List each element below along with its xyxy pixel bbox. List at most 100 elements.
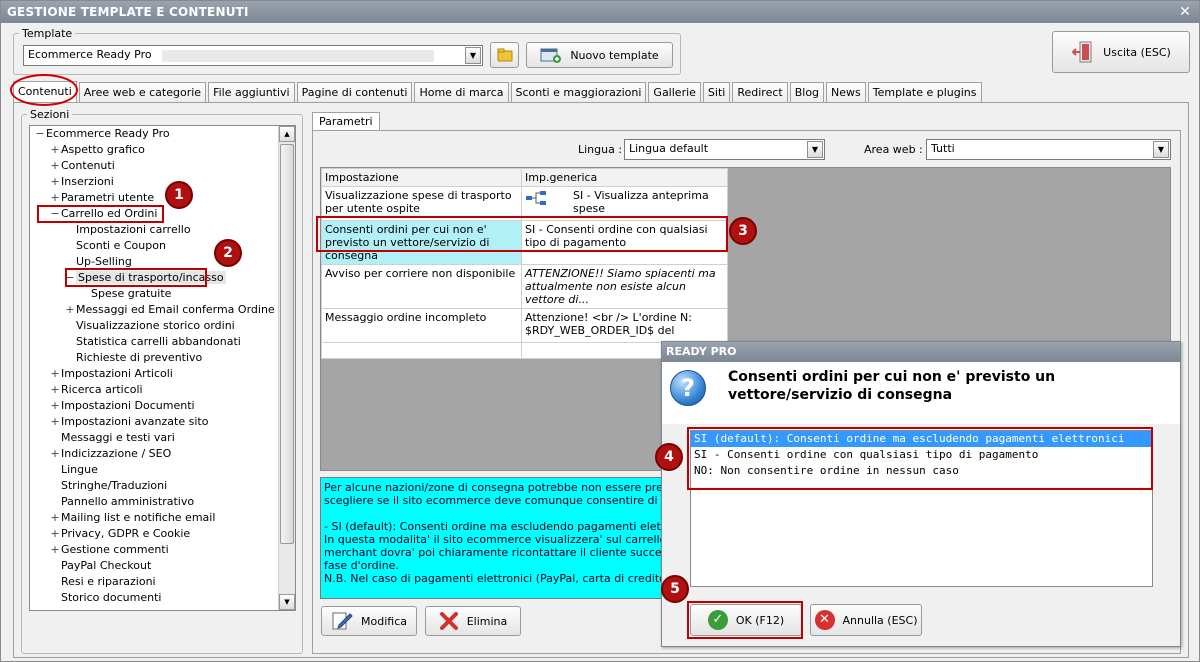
modifica-button[interactable]: Modifica — [321, 606, 417, 636]
annotation-number-5: 5 — [661, 575, 689, 603]
elimina-label: Elimina — [466, 614, 508, 628]
area-web-select[interactable]: Tutti ▼ — [926, 139, 1171, 160]
tree-item[interactable]: +Impostazioni Articoli — [30, 366, 280, 382]
new-template-button[interactable]: Nuovo template — [526, 42, 673, 68]
tree-item-label: Mailing list e notifiche email — [61, 511, 216, 524]
template-select[interactable]: Ecommerce Ready Pro ▼ — [23, 45, 483, 66]
table-row[interactable]: Messaggio ordine incompleto Attenzione! … — [321, 308, 728, 343]
new-template-label: Nuovo template — [570, 48, 659, 62]
tree-item[interactable]: Impostazioni carrello — [30, 222, 280, 238]
tab-parametri[interactable]: Parametri — [312, 112, 380, 131]
table-row[interactable]: Avviso per corriere non disponibile ATTE… — [321, 264, 728, 309]
expand-icon[interactable]: + — [49, 366, 61, 382]
tree-structure-icon — [526, 191, 546, 205]
expand-icon[interactable]: + — [49, 414, 61, 430]
tree-item[interactable]: Spese gratuite — [30, 286, 280, 302]
collapse-icon[interactable]: − — [34, 126, 46, 142]
tree-item[interactable]: +Inserzioni — [30, 174, 280, 190]
expand-icon[interactable]: + — [49, 158, 61, 174]
tree-item-label: Parametri utente — [61, 191, 155, 204]
template-folder-button[interactable] — [490, 42, 519, 68]
tree-scrollbar[interactable]: ▲ ▼ — [278, 126, 295, 610]
exit-button[interactable]: Uscita (ESC) — [1052, 31, 1190, 73]
expand-icon[interactable]: + — [49, 526, 61, 542]
expand-icon[interactable]: + — [49, 142, 61, 158]
tree-item-label: Impostazioni avanzate sito — [61, 415, 209, 428]
elimina-button[interactable]: Elimina — [425, 606, 521, 636]
chevron-down-icon[interactable]: ▼ — [1153, 141, 1169, 158]
sections-tree: −Ecommerce Ready Pro +Aspetto grafico +Con… — [29, 125, 296, 611]
setting-cell: Avviso per corriere non disponibile — [321, 264, 522, 309]
tree-item[interactable]: Stringhe/Traduzioni — [30, 478, 280, 494]
tab-gallerie[interactable]: Gallerie — [648, 82, 701, 103]
expand-icon[interactable]: + — [64, 302, 76, 318]
cancel-button[interactable]: ✕ Annulla (ESC) — [810, 604, 922, 636]
tab-redirect[interactable]: Redirect — [732, 82, 788, 103]
template-group-label: Template — [19, 27, 76, 40]
modifica-label: Modifica — [361, 614, 407, 628]
lingua-select[interactable]: Lingua default ▼ — [624, 139, 825, 160]
tree-item-label: Ecommerce Ready Pro — [46, 127, 170, 140]
tree-item[interactable]: Messaggi e testi vari — [30, 430, 280, 446]
lingua-label: Lingua : — [578, 143, 623, 156]
description-line: merchant dovra' poi chiaramente ricontat… — [324, 546, 664, 559]
scroll-down-icon[interactable]: ▼ — [279, 594, 295, 610]
expand-icon[interactable]: + — [49, 174, 61, 190]
expand-icon[interactable]: + — [49, 510, 61, 526]
tree-item[interactable]: +Ricerca articoli — [30, 382, 280, 398]
tree-item-label: Impostazioni Articoli — [61, 367, 173, 380]
tree-item[interactable]: +Indicizzazione / SEO — [30, 446, 280, 462]
area-web-label: Area web : — [864, 143, 923, 156]
tree-item[interactable]: +Mailing list e notifiche email — [30, 510, 280, 526]
expand-icon[interactable]: + — [49, 542, 61, 558]
tab-aree-web[interactable]: Aree web e categorie — [78, 82, 207, 103]
delete-x-icon — [439, 612, 458, 630]
tree-item[interactable]: −Ecommerce Ready Pro — [30, 126, 280, 142]
expand-icon[interactable]: + — [49, 398, 61, 414]
tab-siti[interactable]: Siti — [702, 82, 731, 103]
tree-item[interactable]: Visualizzazione storico ordini — [30, 318, 280, 334]
tree-item[interactable]: +Parametri utente — [30, 190, 280, 206]
tab-sconti[interactable]: Sconti e maggiorazioni — [510, 82, 647, 103]
description-line — [324, 507, 661, 520]
scroll-thumb[interactable] — [280, 144, 294, 544]
tree-item-label: Richieste di preventivo — [76, 351, 203, 364]
annotation-number-1: 1 — [165, 181, 193, 209]
tab-pagine-contenuti[interactable]: Pagine di contenuti — [296, 82, 413, 103]
description-line: - SI (default): Consenti ordine ma esclu… — [324, 520, 665, 533]
expand-icon[interactable]: + — [49, 446, 61, 462]
tab-template-plugins[interactable]: Template e plugins — [867, 82, 982, 103]
annotation-circle-tab — [10, 74, 78, 106]
scroll-up-icon[interactable]: ▲ — [279, 126, 295, 142]
tree-item[interactable]: PayPal Checkout — [30, 558, 280, 574]
exit-door-icon — [1071, 41, 1092, 63]
add-window-icon — [540, 48, 562, 63]
close-icon[interactable]: ✕ — [1179, 4, 1191, 20]
description-line: In questa modalita' il sito ecommerce vi… — [324, 533, 665, 546]
tree-item[interactable]: +Aspetto grafico — [30, 142, 280, 158]
tree-item[interactable]: +Gestione commenti — [30, 542, 280, 558]
tree-item[interactable]: Statistica carrelli abbandonati — [30, 334, 280, 350]
tree-item[interactable]: +Impostazioni Documenti — [30, 398, 280, 414]
tree-item[interactable]: +Privacy, GDPR e Cookie — [30, 526, 280, 542]
tree-item[interactable]: +Messaggi ed Email conferma Ordine — [30, 302, 280, 318]
chevron-down-icon[interactable]: ▼ — [807, 141, 823, 158]
expand-icon[interactable]: + — [49, 382, 61, 398]
tree-item[interactable]: Storico documenti — [30, 590, 280, 606]
description-line: scegliere se il sito ecommerce deve comu… — [324, 494, 664, 507]
tree-item-label: Impostazioni carrello — [76, 223, 191, 236]
tree-item[interactable]: +Impostazioni avanzate sito — [30, 414, 280, 430]
tree-item[interactable]: Sconti e Coupon — [30, 238, 280, 254]
tab-file-aggiuntivi[interactable]: File aggiuntivi — [208, 82, 295, 103]
tree-item[interactable]: Resi e riparazioni — [30, 574, 280, 590]
folder-icon — [497, 48, 512, 62]
tree-item[interactable]: Richieste di preventivo — [30, 350, 280, 366]
tab-blog[interactable]: Blog — [789, 82, 825, 103]
tree-item[interactable]: Lingue — [30, 462, 280, 478]
tree-item[interactable]: Pannello amministrativo — [30, 494, 280, 510]
expand-icon[interactable]: + — [49, 190, 61, 206]
tab-news[interactable]: News — [826, 82, 866, 103]
tree-item[interactable]: +Contenuti — [30, 158, 280, 174]
tab-home-marca[interactable]: Home di marca — [414, 82, 509, 103]
chevron-down-icon[interactable]: ▼ — [465, 47, 481, 64]
